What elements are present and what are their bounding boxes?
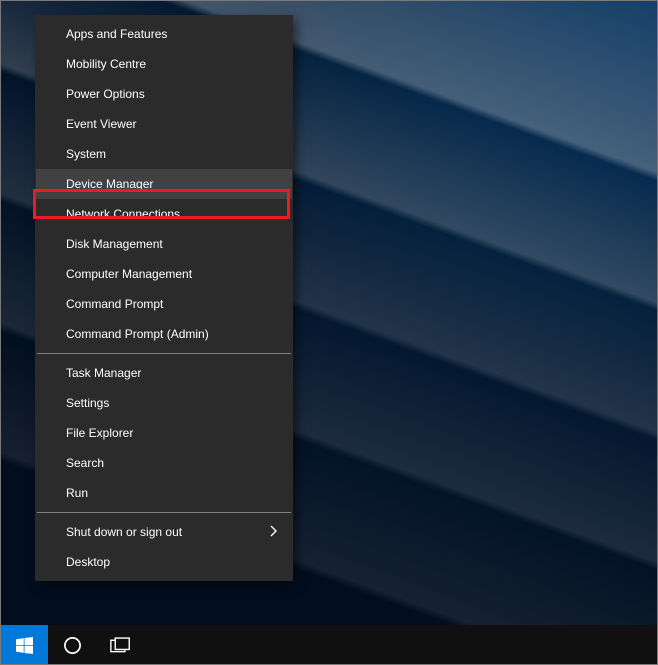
menu-item-label: Computer Management — [66, 267, 192, 281]
menu-item-label: Shut down or sign out — [66, 525, 182, 539]
menu-item-label: System — [66, 147, 106, 161]
winx-context-menu: Apps and Features Mobility Centre Power Op… — [35, 15, 293, 581]
menu-item-label: Search — [66, 456, 104, 470]
menu-item-computer-management[interactable]: Computer Management — [36, 259, 292, 289]
menu-item-label: Event Viewer — [66, 117, 136, 131]
menu-item-desktop[interactable]: Desktop — [36, 547, 292, 577]
menu-item-task-manager[interactable]: Task Manager — [36, 358, 292, 388]
chevron-right-icon — [270, 524, 278, 540]
menu-item-event-viewer[interactable]: Event Viewer — [36, 109, 292, 139]
menu-item-label: Mobility Centre — [66, 57, 146, 71]
menu-item-disk-management[interactable]: Disk Management — [36, 229, 292, 259]
menu-separator — [37, 353, 291, 354]
menu-item-power-options[interactable]: Power Options — [36, 79, 292, 109]
menu-item-label: Command Prompt — [66, 297, 163, 311]
task-view-button[interactable] — [96, 625, 144, 665]
menu-item-system[interactable]: System — [36, 139, 292, 169]
menu-item-shut-down-or-sign-out[interactable]: Shut down or sign out — [36, 517, 292, 547]
menu-item-label: Network Connections — [66, 207, 180, 221]
menu-item-label: Settings — [66, 396, 109, 410]
menu-item-label: Run — [66, 486, 88, 500]
menu-item-label: Disk Management — [66, 237, 163, 251]
menu-item-label: Device Manager — [66, 177, 153, 191]
menu-item-device-manager[interactable]: Device Manager — [36, 169, 292, 199]
menu-item-search[interactable]: Search — [36, 448, 292, 478]
circle-icon — [63, 636, 82, 655]
taskbar — [0, 625, 658, 665]
menu-item-file-explorer[interactable]: File Explorer — [36, 418, 292, 448]
start-button[interactable] — [0, 625, 48, 665]
menu-item-run[interactable]: Run — [36, 478, 292, 508]
menu-item-command-prompt-admin[interactable]: Command Prompt (Admin) — [36, 319, 292, 349]
windows-logo-icon — [16, 637, 33, 654]
menu-item-mobility-centre[interactable]: Mobility Centre — [36, 49, 292, 79]
menu-item-label: Command Prompt (Admin) — [66, 327, 209, 341]
menu-item-label: Power Options — [66, 87, 145, 101]
menu-item-label: Apps and Features — [66, 27, 167, 41]
menu-item-label: File Explorer — [66, 426, 133, 440]
menu-item-command-prompt[interactable]: Command Prompt — [36, 289, 292, 319]
menu-item-label: Desktop — [66, 555, 110, 569]
menu-item-settings[interactable]: Settings — [36, 388, 292, 418]
task-view-icon — [110, 637, 131, 654]
menu-item-network-connections[interactable]: Network Connections — [36, 199, 292, 229]
cortana-button[interactable] — [48, 625, 96, 665]
menu-item-apps-and-features[interactable]: Apps and Features — [36, 19, 292, 49]
menu-item-label: Task Manager — [66, 366, 141, 380]
menu-separator — [37, 512, 291, 513]
